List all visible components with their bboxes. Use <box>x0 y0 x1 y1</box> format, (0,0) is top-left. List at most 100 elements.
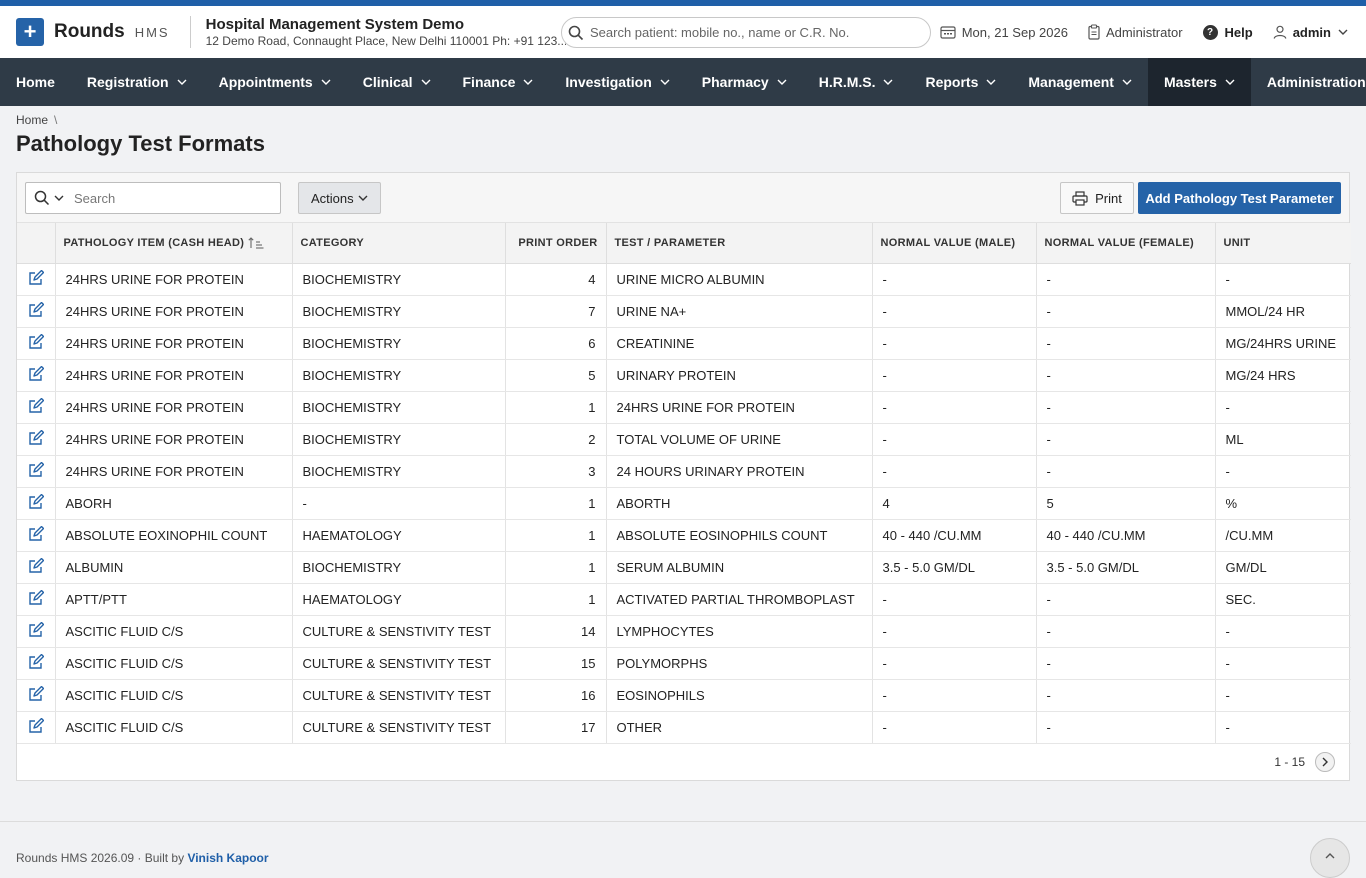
edit-icon[interactable] <box>28 717 44 734</box>
nav-item-pharmacy[interactable]: Pharmacy <box>686 58 803 106</box>
cell-unit: - <box>1215 711 1351 744</box>
column-header-test-parameter[interactable]: TEST / PARAMETER <box>606 223 873 264</box>
edit-icon[interactable] <box>28 333 44 350</box>
edit-icon[interactable] <box>28 301 44 318</box>
user-menu[interactable]: admin <box>1273 25 1348 40</box>
edit-icon[interactable] <box>28 557 44 574</box>
actions-label: Actions <box>311 190 354 206</box>
nav-item-appointments[interactable]: Appointments <box>203 58 347 106</box>
edit-icon[interactable] <box>28 525 44 542</box>
sort-ascending-icon[interactable] <box>248 237 264 249</box>
cell-normal-value-female: - <box>1036 423 1216 456</box>
cell-pathology-item: APTT/PTT <box>55 583 293 616</box>
breadcrumb: Home \ <box>0 106 1366 127</box>
cell-normal-value-male: - <box>872 615 1037 648</box>
nav-item-masters[interactable]: Masters <box>1147 58 1251 106</box>
chevron-down-icon <box>986 79 996 85</box>
edit-icon[interactable] <box>28 589 44 606</box>
hospital-address: 12 Demo Road, Connaught Place, New Delhi… <box>205 33 566 48</box>
help-link[interactable]: ? Help <box>1202 24 1253 40</box>
test-formats-table: PATHOLOGY ITEM (CASH HEAD) CATEGORY PRIN… <box>17 223 1351 744</box>
nav-item-finance[interactable]: Finance <box>447 58 550 106</box>
column-header-print-order[interactable]: PRINT ORDER <box>505 223 607 264</box>
nav-item-clinical[interactable]: Clinical <box>347 58 447 106</box>
cell-category: BIOCHEMISTRY <box>292 327 506 360</box>
cell-unit: MMOL/24 HR <box>1215 295 1351 328</box>
edit-icon[interactable] <box>28 429 44 446</box>
nav-item-label: Clinical <box>362 74 413 90</box>
app-logo[interactable]: + Rounds HMS <box>16 18 170 46</box>
column-header-normal-value-male[interactable]: NORMAL VALUE (MALE) <box>872 223 1037 264</box>
nav-item-reports[interactable]: Reports <box>909 58 1012 106</box>
column-header-pathology-item[interactable]: PATHOLOGY ITEM (CASH HEAD) <box>55 223 293 264</box>
column-header-category[interactable]: CATEGORY <box>292 223 506 264</box>
breadcrumb-home[interactable]: Home <box>16 113 48 127</box>
nav-item-administration[interactable]: Administration <box>1251 58 1366 106</box>
edit-column-header <box>17 223 56 264</box>
edit-cell <box>17 583 56 616</box>
cell-pathology-item: ABSOLUTE EOXINOPHIL COUNT <box>55 519 293 552</box>
search-icon[interactable] <box>34 190 50 206</box>
edit-icon[interactable] <box>28 397 44 414</box>
edit-icon[interactable] <box>28 493 44 510</box>
add-pathology-test-parameter-button[interactable]: Add Pathology Test Parameter <box>1138 182 1341 214</box>
nav-item-label: Reports <box>925 74 979 90</box>
cell-test-parameter: ABSOLUTE EOSINOPHILS COUNT <box>606 519 873 552</box>
patient-search-box <box>561 17 931 48</box>
cell-print-order: 17 <box>505 711 607 744</box>
nav-item-h-r-m-s[interactable]: H.R.M.S. <box>803 58 910 106</box>
cell-pathology-item: ASCITIC FLUID C/S <box>55 679 293 712</box>
table-search-box <box>25 182 281 214</box>
cell-test-parameter: TOTAL VOLUME OF URINE <box>606 423 873 456</box>
patient-search-input[interactable] <box>588 24 908 41</box>
help-label: Help <box>1224 24 1253 40</box>
nav-item-label: Home <box>16 74 55 90</box>
edit-icon[interactable] <box>28 461 44 478</box>
cell-normal-value-male: 40 - 440 /CU.MM <box>872 519 1037 552</box>
cell-normal-value-male: - <box>872 679 1037 712</box>
table-search-input[interactable] <box>72 189 262 207</box>
pagination-range: 1 - 15 <box>1274 755 1305 769</box>
cell-pathology-item: 24HRS URINE FOR PROTEIN <box>55 455 293 488</box>
chevron-down-icon <box>523 79 533 85</box>
cell-category: BIOCHEMISTRY <box>292 359 506 392</box>
actions-button[interactable]: Actions <box>298 182 381 214</box>
cell-normal-value-female: - <box>1036 295 1216 328</box>
edit-cell <box>17 615 56 648</box>
edit-icon[interactable] <box>28 685 44 702</box>
nav-item-registration[interactable]: Registration <box>71 58 203 106</box>
role-switcher[interactable]: Administrator <box>1088 24 1183 40</box>
edit-cell <box>17 551 56 584</box>
table-header-row: PATHOLOGY ITEM (CASH HEAD) CATEGORY PRIN… <box>17 223 1351 264</box>
nav-item-investigation[interactable]: Investigation <box>549 58 685 106</box>
chevron-down-icon[interactable] <box>54 195 64 201</box>
cell-test-parameter: OTHER <box>606 711 873 744</box>
date-display: Mon, 21 Sep 2026 <box>940 25 1068 40</box>
nav-item-management[interactable]: Management <box>1012 58 1148 106</box>
edit-icon[interactable] <box>28 365 44 382</box>
footer-author-link[interactable]: Vinish Kapoor <box>187 851 268 865</box>
next-page-button[interactable] <box>1315 752 1335 772</box>
nav-item-home[interactable]: Home <box>0 58 71 106</box>
edit-icon[interactable] <box>28 653 44 670</box>
cell-normal-value-female: 3.5 - 5.0 GM/DL <box>1036 551 1216 584</box>
edit-icon[interactable] <box>28 269 44 286</box>
cell-print-order: 1 <box>505 519 607 552</box>
edit-icon[interactable] <box>28 621 44 638</box>
cell-test-parameter: SERUM ALBUMIN <box>606 551 873 584</box>
nav-item-label: Administration <box>1266 74 1366 90</box>
cell-category: CULTURE & SENSTIVITY TEST <box>292 711 506 744</box>
table-row: ASCITIC FLUID C/S CULTURE & SENSTIVITY TE… <box>17 679 1351 712</box>
cell-test-parameter: URINE NA+ <box>606 295 873 328</box>
page-footer: Rounds HMS 2026.09 · Built by Vinish Kap… <box>0 821 1366 865</box>
chevron-down-icon <box>1122 79 1132 85</box>
column-header-normal-value-female[interactable]: NORMAL VALUE (FEMALE) <box>1036 223 1216 264</box>
scroll-to-top-button[interactable] <box>1310 838 1350 878</box>
column-header-unit[interactable]: UNIT <box>1215 223 1351 264</box>
nav-item-label: Investigation <box>565 74 652 90</box>
print-button[interactable]: Print <box>1060 182 1134 214</box>
nav-item-label: Registration <box>86 74 169 90</box>
edit-cell <box>17 391 56 424</box>
printer-icon <box>1072 190 1088 206</box>
chevron-down-icon <box>777 79 787 85</box>
